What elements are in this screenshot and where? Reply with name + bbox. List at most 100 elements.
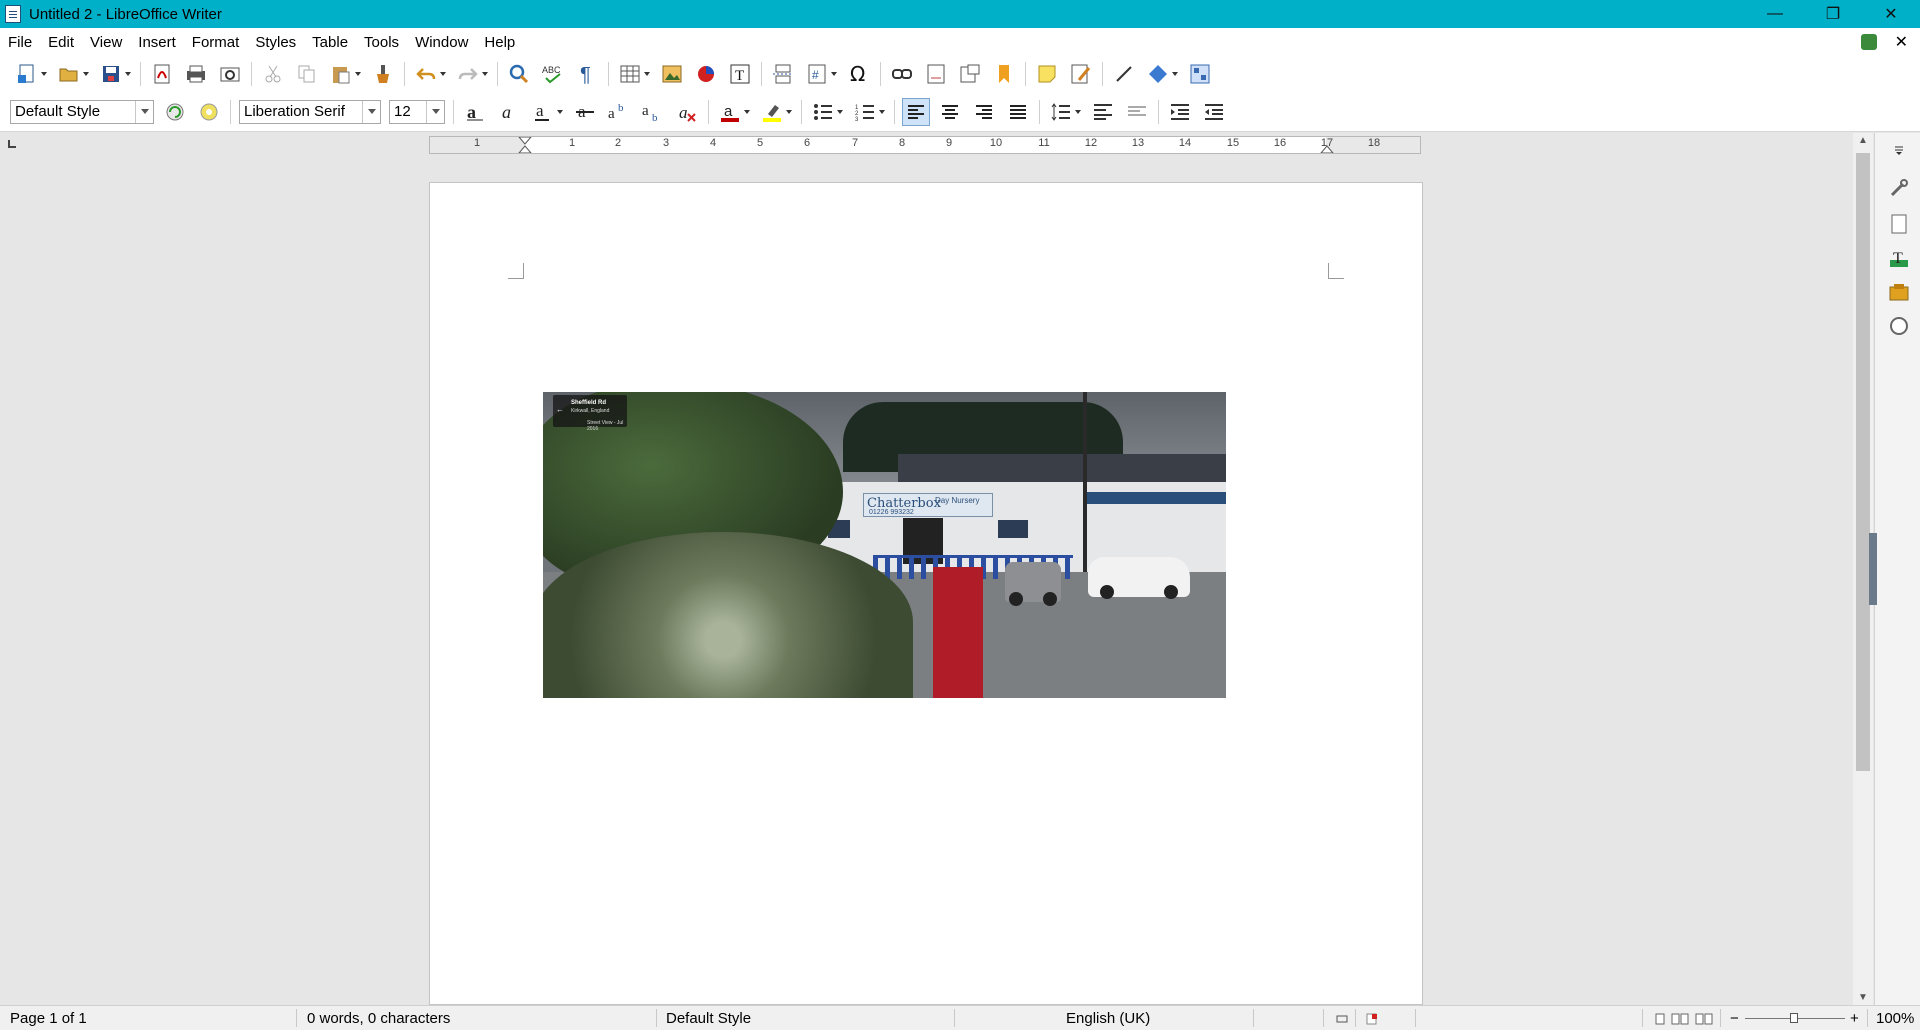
find-replace-button[interactable] [506, 61, 532, 87]
zoom-in-button[interactable]: + [1850, 1010, 1859, 1027]
undo-button[interactable] [413, 61, 446, 87]
selection-mode-icon[interactable] [1336, 1012, 1348, 1029]
horizontal-ruler[interactable]: 1 1 2 3 4 5 6 7 8 9 10 11 12 13 14 15 16… [429, 136, 1421, 154]
decrease-paragraph-spacing-button[interactable] [1124, 99, 1150, 125]
menu-insert[interactable]: Insert [138, 34, 176, 51]
insert-footnote-button[interactable] [923, 61, 949, 87]
multi-page-view-icon[interactable] [1671, 1012, 1689, 1029]
redo-button[interactable] [455, 61, 488, 87]
left-indent-marker[interactable] [518, 137, 532, 153]
cut-button[interactable] [260, 61, 286, 87]
insert-field-button[interactable]: # [804, 61, 837, 87]
menu-view[interactable]: View [90, 34, 122, 51]
strikethrough-button[interactable]: a [572, 99, 598, 125]
new-document-button[interactable] [14, 61, 47, 87]
decrease-indent-button[interactable] [1201, 99, 1227, 125]
update-available-icon[interactable] [1860, 34, 1877, 50]
menu-window[interactable]: Window [415, 34, 468, 51]
export-pdf-button[interactable] [149, 61, 175, 87]
zoom-level[interactable]: 100% [1876, 1010, 1914, 1027]
highlighting-color-button[interactable] [759, 99, 792, 125]
align-center-button[interactable] [937, 99, 963, 125]
chevron-down-icon[interactable] [426, 100, 444, 123]
insert-endnote-button[interactable] [957, 61, 983, 87]
language[interactable]: English (UK) [1066, 1010, 1150, 1027]
italic-button[interactable]: a [496, 99, 522, 125]
paste-button[interactable] [328, 61, 361, 87]
copy-button[interactable] [294, 61, 320, 87]
insert-text-box-button[interactable]: T [727, 61, 753, 87]
chevron-down-icon[interactable] [362, 100, 380, 123]
align-left-button[interactable] [902, 97, 930, 126]
menu-styles[interactable]: Styles [255, 34, 296, 51]
print-button[interactable] [183, 61, 209, 87]
clear-formatting-button[interactable]: a [674, 99, 700, 125]
properties-icon[interactable] [1888, 177, 1910, 199]
close-button[interactable]: ✕ [1862, 0, 1920, 28]
insert-special-character-button[interactable]: Ω [846, 61, 872, 87]
insert-line-button[interactable] [1111, 61, 1137, 87]
basic-shapes-button[interactable] [1145, 61, 1178, 87]
unordered-list-button[interactable] [810, 99, 843, 125]
restore-button[interactable]: ❐ [1804, 0, 1862, 28]
draw-functions-button[interactable] [1187, 61, 1213, 87]
insert-table-button[interactable] [617, 61, 650, 87]
clone-formatting-button[interactable] [370, 61, 396, 87]
menu-format[interactable]: Format [192, 34, 240, 51]
open-button[interactable] [56, 61, 89, 87]
zoom-slider-knob[interactable] [1790, 1013, 1798, 1023]
right-indent-marker[interactable] [1320, 137, 1334, 153]
sidebar-collapse-handle[interactable] [1869, 533, 1877, 605]
document-modified-icon[interactable] [1366, 1012, 1378, 1029]
ordered-list-button[interactable]: 123 [852, 99, 885, 125]
zoom-out-button[interactable]: − [1730, 1010, 1739, 1027]
insert-hyperlink-button[interactable] [889, 61, 915, 87]
paragraph-style-combo[interactable]: Default Style [10, 99, 154, 124]
insert-comment-button[interactable] [1034, 61, 1060, 87]
justify-button[interactable] [1005, 99, 1031, 125]
menu-tools[interactable]: Tools [364, 34, 399, 51]
single-page-view-icon[interactable] [1655, 1012, 1665, 1029]
insert-page-break-button[interactable] [770, 61, 796, 87]
save-button[interactable] [98, 61, 131, 87]
bold-button[interactable]: a [462, 99, 488, 125]
page-count[interactable]: Page 1 of 1 [10, 1010, 87, 1027]
new-style-button[interactable] [196, 99, 222, 125]
book-view-icon[interactable] [1695, 1012, 1713, 1029]
increase-indent-button[interactable] [1167, 99, 1193, 125]
chevron-down-icon[interactable] [135, 100, 153, 123]
track-changes-button[interactable] [1068, 61, 1094, 87]
align-right-button[interactable] [971, 99, 997, 125]
minimize-button[interactable]: — [1746, 0, 1804, 28]
sidebar-menu-button[interactable] [1888, 139, 1910, 161]
superscript-button[interactable]: ab [606, 99, 632, 125]
word-count[interactable]: 0 words, 0 characters [307, 1010, 450, 1027]
page-icon[interactable] [1888, 213, 1910, 235]
menu-file[interactable]: File [8, 34, 32, 51]
spelling-button[interactable]: ABC [540, 61, 566, 87]
insert-bookmark-button[interactable] [991, 61, 1017, 87]
font-color-button[interactable]: a [717, 99, 750, 125]
menu-table[interactable]: Table [312, 34, 348, 51]
menu-edit[interactable]: Edit [48, 34, 74, 51]
font-name-combo[interactable]: Liberation Serif [239, 99, 381, 124]
increase-paragraph-spacing-button[interactable] [1090, 99, 1116, 125]
scroll-up-icon[interactable]: ▲ [1858, 135, 1868, 146]
menu-help[interactable]: Help [484, 34, 515, 51]
scroll-down-icon[interactable]: ▼ [1858, 992, 1868, 1003]
navigator-icon[interactable] [1888, 315, 1910, 337]
close-document-button[interactable]: ✕ [1895, 32, 1908, 52]
underline-button[interactable]: a [530, 99, 563, 125]
page-style[interactable]: Default Style [666, 1010, 751, 1027]
scrollbar-thumb[interactable] [1856, 153, 1870, 771]
subscript-button[interactable]: ab [640, 99, 666, 125]
line-spacing-button[interactable] [1048, 99, 1081, 125]
inserted-image[interactable]: Chatterbox Day Nursery 01226 993232 ← Sh… [543, 392, 1226, 698]
styles-icon[interactable]: T [1888, 247, 1910, 269]
gallery-icon[interactable] [1888, 281, 1910, 303]
print-preview-button[interactable] [217, 61, 243, 87]
document-page[interactable]: Chatterbox Day Nursery 01226 993232 ← Sh… [429, 182, 1423, 1005]
formatting-marks-button[interactable]: ¶ [574, 61, 600, 87]
update-style-button[interactable] [162, 99, 188, 125]
insert-image-button[interactable] [659, 61, 685, 87]
